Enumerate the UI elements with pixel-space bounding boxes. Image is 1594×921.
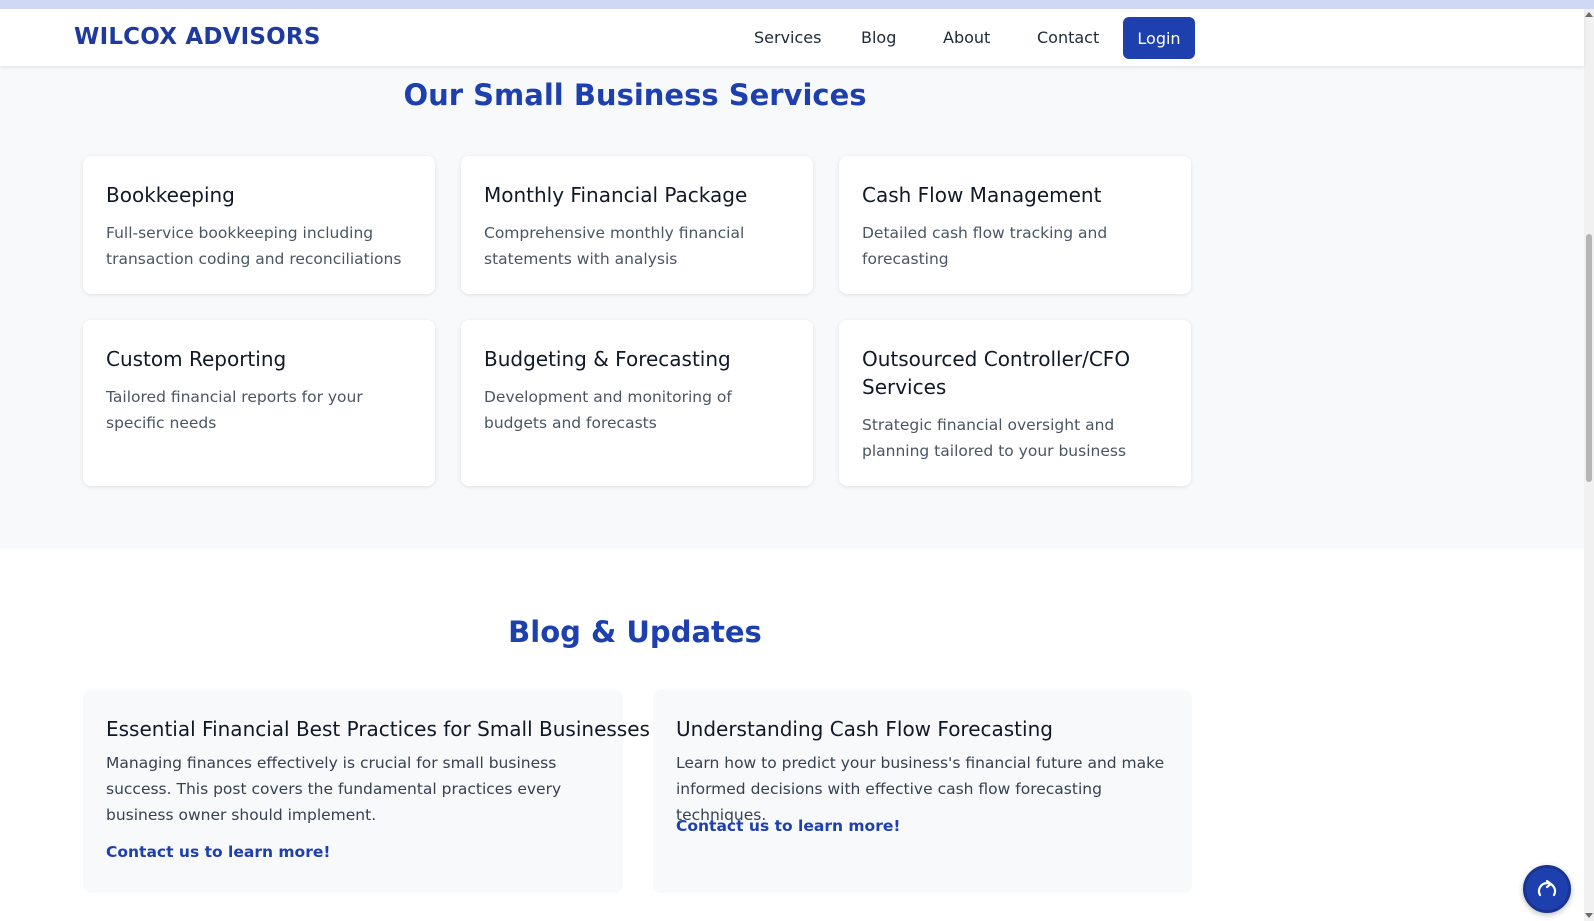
- services-title: Our Small Business Services: [403, 78, 867, 112]
- blog-post-excerpt: Managing finances effectively is crucial…: [106, 754, 562, 824]
- browser-top-strip: [0, 0, 1594, 9]
- scroll-up-arrow-icon[interactable]: [1585, 12, 1593, 17]
- nav-link-about[interactable]: About: [943, 28, 990, 47]
- nav-link-contact[interactable]: Contact: [1037, 28, 1099, 47]
- service-card-outsourced-controller-cfo: Outsourced Controller/CFO Services Strat…: [839, 320, 1191, 486]
- blog-card: Understanding Cash Flow Forecasting Lear…: [653, 690, 1192, 893]
- service-card-budgeting-forecasting: Budgeting & Forecasting Development and …: [461, 320, 813, 486]
- contact-learn-more-link[interactable]: Contact us to learn more!: [106, 843, 330, 861]
- services-section: Our Small Business Services Bookkeeping …: [0, 66, 1584, 549]
- scrollbar-thumb[interactable]: [1586, 234, 1592, 482]
- navbar: WILCOX ADVISORS Services Blog About Cont…: [0, 9, 1584, 66]
- service-title: Outsourced Controller/CFO Services: [862, 347, 1131, 399]
- service-card-monthly-financial-package: Monthly Financial Package Comprehensive …: [461, 156, 813, 294]
- blog-title: Blog & Updates: [508, 615, 762, 649]
- page-scrollbar[interactable]: [1584, 9, 1594, 921]
- login-button[interactable]: Login: [1123, 17, 1195, 59]
- service-title: Cash Flow Management: [862, 183, 1102, 207]
- scroll-down-arrow-icon[interactable]: [1585, 913, 1593, 918]
- service-title: Budgeting & Forecasting: [484, 347, 731, 371]
- floating-action-button[interactable]: [1523, 865, 1571, 913]
- refresh-arrow-icon: [1537, 879, 1557, 897]
- service-description: Tailored financial reports for your spec…: [106, 388, 363, 432]
- blog-post-title[interactable]: Essential Financial Best Practices for S…: [106, 715, 650, 743]
- service-description: Full-service bookkeeping including trans…: [106, 224, 402, 268]
- nav-link-blog[interactable]: Blog: [861, 28, 896, 47]
- brand-logo[interactable]: WILCOX ADVISORS: [74, 24, 321, 50]
- service-card-custom-reporting: Custom Reporting Tailored financial repo…: [83, 320, 435, 486]
- nav-link-services[interactable]: Services: [754, 28, 821, 47]
- service-title: Bookkeeping: [106, 183, 235, 207]
- service-card-cash-flow-management: Cash Flow Management Detailed cash flow …: [839, 156, 1191, 294]
- blog-card: Essential Financial Best Practices for S…: [83, 690, 650, 893]
- blog-post-title[interactable]: Understanding Cash Flow Forecasting: [676, 715, 1053, 743]
- service-description: Development and monitoring of budgets an…: [484, 388, 732, 432]
- contact-learn-more-link[interactable]: Contact us to learn more!: [676, 817, 900, 835]
- service-title: Custom Reporting: [106, 347, 287, 371]
- service-description: Detailed cash flow tracking and forecast…: [862, 224, 1108, 268]
- service-title: Monthly Financial Package: [484, 183, 748, 207]
- service-description: Strategic financial oversight and planni…: [862, 416, 1127, 460]
- service-card-bookkeeping: Bookkeeping Full-service bookkeeping inc…: [83, 156, 435, 294]
- service-description: Comprehensive monthly financial statemen…: [484, 224, 745, 268]
